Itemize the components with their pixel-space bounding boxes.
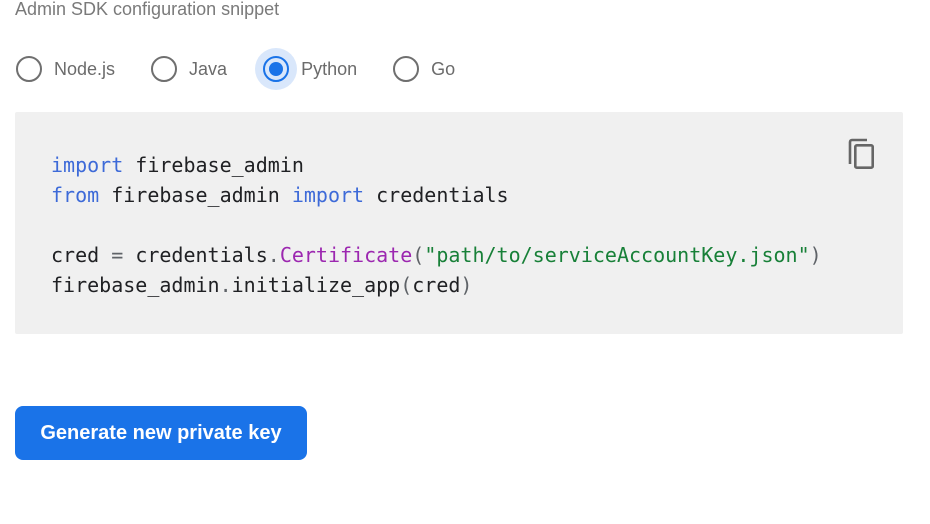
radio-java-hitarea[interactable] bbox=[143, 48, 185, 90]
radio-python-label: Python bbox=[301, 58, 358, 79]
code-keyword: import bbox=[51, 153, 124, 177]
radio-go-label: Go bbox=[431, 58, 456, 79]
code-line-4: cred = credentials.Certificate("path/to/… bbox=[51, 243, 822, 267]
section-label: Admin SDK configuration snippet bbox=[15, 0, 280, 19]
code-keyword: import bbox=[291, 183, 365, 207]
code-identifier: cred bbox=[51, 243, 100, 267]
code-operator: ) bbox=[809, 243, 822, 267]
code-operator: ( bbox=[400, 273, 413, 297]
radio-circle-icon bbox=[393, 56, 420, 82]
radio-circle-icon bbox=[16, 56, 42, 82]
code-operator: ( bbox=[412, 243, 425, 267]
code-operator: ) bbox=[460, 273, 473, 297]
admin-sdk-config-panel: Admin SDK configuration snippet Node.js … bbox=[0, 0, 930, 524]
radio-java[interactable]: Java bbox=[149, 48, 227, 90]
code-function: Certificate bbox=[279, 243, 413, 267]
code-line-5: firebase_admin.initialize_app(cred) bbox=[51, 273, 472, 297]
code-identifier: credentials bbox=[376, 183, 509, 207]
code-string: "path/to/serviceAccountKey.json" bbox=[424, 243, 810, 267]
code-identifier: initialize_app bbox=[231, 273, 401, 297]
code-operator: . bbox=[267, 243, 280, 267]
code-identifier: firebase_admin bbox=[111, 183, 280, 207]
radio-go[interactable]: Go bbox=[391, 48, 455, 90]
copy-icon bbox=[848, 138, 874, 169]
radio-circle-icon bbox=[151, 56, 178, 82]
language-radio-group: Node.js Java Python Go bbox=[14, 48, 489, 90]
radio-java-label: Java bbox=[189, 58, 228, 79]
code-line-1: import firebase_admin bbox=[51, 153, 304, 177]
code-identifier: credentials bbox=[135, 243, 268, 267]
radio-nodejs-hitarea[interactable] bbox=[8, 48, 50, 90]
code-snippet: import firebase_admin from firebase_admi… bbox=[51, 150, 822, 300]
code-keyword: from bbox=[51, 183, 100, 207]
generate-private-key-button[interactable]: Generate new private key bbox=[15, 406, 307, 460]
code-snippet-box: import firebase_admin from firebase_admi… bbox=[15, 112, 903, 334]
radio-python[interactable]: Python bbox=[255, 48, 358, 90]
radio-nodejs-label: Node.js bbox=[54, 58, 116, 79]
code-identifier: cred bbox=[412, 273, 461, 297]
radio-go-hitarea[interactable] bbox=[385, 48, 427, 90]
radio-circle-icon bbox=[263, 56, 290, 82]
code-operator: = bbox=[111, 243, 124, 267]
code-identifier: firebase_admin bbox=[51, 273, 220, 297]
radio-nodejs[interactable]: Node.js bbox=[14, 48, 115, 90]
radio-dot-icon bbox=[269, 62, 284, 76]
code-identifier: firebase_admin bbox=[135, 153, 304, 177]
radio-python-hitarea[interactable] bbox=[255, 48, 298, 90]
code-line-2: from firebase_admin import credentials bbox=[51, 183, 509, 207]
copy-button[interactable] bbox=[841, 132, 881, 176]
code-operator: . bbox=[219, 273, 232, 297]
